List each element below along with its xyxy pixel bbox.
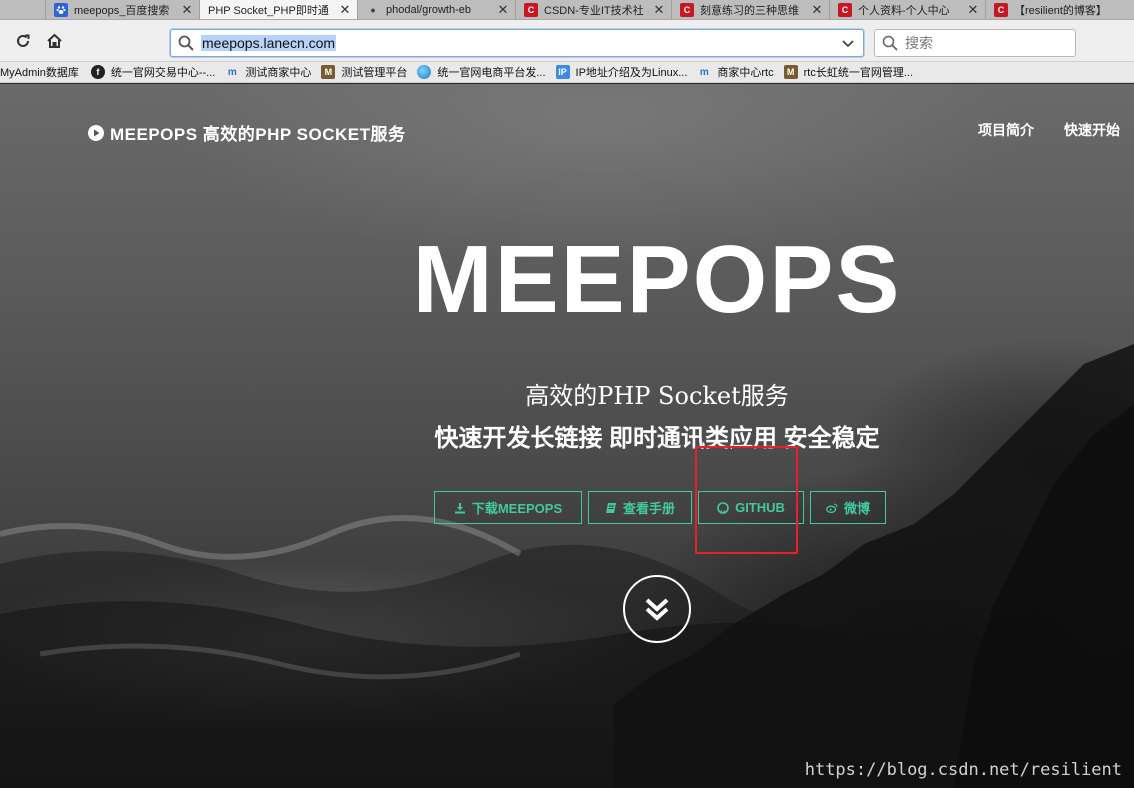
- nav-item-quickstart[interactable]: 快速开始: [1064, 120, 1120, 140]
- tab-label: 个人资料-个人中心: [858, 5, 950, 17]
- globe-icon: [417, 65, 432, 79]
- tab-csdn-profile[interactable]: C 个人资料-个人中心 ✕: [830, 0, 986, 19]
- bookmark-label: rtc长虹统一官网管理...: [803, 67, 913, 79]
- tab-label: phodal/growth-eb: [386, 4, 472, 16]
- bookmarks-bar: MyAdmin数据库 f 统一官网交易中心--... m 测试商家中心 M 测试…: [0, 62, 1134, 83]
- tab-label: 刻意练习的三种思维: [700, 5, 799, 17]
- bookmark-label: 统一官网交易中心--...: [110, 67, 216, 79]
- tab-csdn-blog[interactable]: C 【resilient的博客】: [986, 0, 1134, 19]
- book-icon: [605, 502, 617, 514]
- search-box[interactable]: [874, 29, 1076, 57]
- bookmark-ecommerce[interactable]: 统一官网电商平台发...: [417, 64, 546, 80]
- csdn-icon: C: [838, 3, 852, 17]
- reload-icon: [17, 34, 30, 47]
- brand-title: MEEPOPS 高效的PHP SOCKET服务: [110, 125, 406, 144]
- download-icon: [454, 502, 466, 514]
- bookmark-label: 商家中心rtc: [717, 67, 774, 79]
- bookmark-label: MyAdmin数据库: [0, 67, 79, 79]
- ip-icon: IP: [555, 65, 570, 79]
- tab-bar: meepops_百度搜索 ✕ PHP Socket_PHP即时通 ✕ • pho…: [0, 0, 1134, 20]
- scroll-down-button[interactable]: [623, 575, 691, 643]
- csdn-icon: C: [524, 3, 538, 17]
- tab-phodal-growth[interactable]: • phodal/growth-eb ✕: [358, 0, 516, 19]
- close-icon[interactable]: ✕: [181, 2, 193, 18]
- bookmark-rtc-admin[interactable]: M rtc长虹统一官网管理...: [783, 64, 913, 80]
- tab-label: CSDN-专业IT技术社: [544, 5, 644, 17]
- home-button[interactable]: [43, 30, 65, 52]
- search-input[interactable]: [905, 35, 1065, 51]
- hero-title: MEEPOPS: [412, 226, 902, 333]
- bookmark-label: 统一官网电商平台发...: [437, 67, 546, 79]
- csdn-icon: C: [680, 3, 694, 17]
- bookmark-label: 测试商家中心: [245, 67, 312, 79]
- address-bar[interactable]: meepops.lanecn.com: [170, 29, 864, 57]
- tab-csdn-article[interactable]: C 刻意练习的三种思维 ✕: [672, 0, 830, 19]
- manual-button[interactable]: 查看手册: [588, 491, 692, 524]
- bookmark-test-merchant[interactable]: m 测试商家中心: [225, 64, 311, 80]
- download-button[interactable]: 下载MEEPOPS: [434, 491, 582, 524]
- navigation-bar: meepops.lanecn.com: [0, 20, 1134, 62]
- button-label: 下载MEEPOPS: [471, 501, 563, 516]
- hero-button-row: 下载MEEPOPS 查看手册 GITHUB 微博: [434, 491, 886, 524]
- m-logo-icon: m: [699, 66, 709, 78]
- top-nav: 项目简介 快速开始: [978, 120, 1120, 140]
- close-icon[interactable]: ✕: [339, 2, 351, 18]
- home-icon: [46, 33, 62, 48]
- tab-meepops-baidu[interactable]: meepops_百度搜索 ✕: [46, 0, 200, 19]
- csdn-icon: C: [994, 3, 1008, 17]
- bookmark-label: 测试管理平台: [341, 67, 408, 79]
- double-chevron-down-icon: [645, 598, 669, 621]
- button-label: 查看手册: [622, 501, 675, 516]
- site-brand[interactable]: MEEPOPS 高效的PHP SOCKET服务: [88, 120, 406, 145]
- hero-subtitle: 高效的PHP Socket服务: [525, 382, 789, 410]
- avatar-icon: M: [321, 65, 336, 79]
- tab-label: meepops_百度搜索: [74, 5, 170, 17]
- chevron-down-icon[interactable]: [841, 36, 855, 55]
- baidu-paw-icon: [54, 3, 68, 17]
- bookmark-label: IP地址介绍及为Linux...: [575, 67, 688, 79]
- bookmark-ip-linux[interactable]: IP IP地址介绍及为Linux...: [555, 64, 688, 80]
- watermark-text: https://blog.csdn.net/resilient: [804, 760, 1122, 780]
- tab-csdn-home[interactable]: C CSDN-专业IT技术社 ✕: [516, 0, 672, 19]
- tab-overflow-left[interactable]: [0, 0, 46, 19]
- hero-section: MEEPOPS 高效的PHP SOCKET服务 项目简介 快速开始 MEEPOP…: [0, 84, 1134, 788]
- bookmark-myadmin[interactable]: MyAdmin数据库: [0, 64, 79, 80]
- tab-php-socket[interactable]: PHP Socket_PHP即时通 ✕: [200, 0, 358, 19]
- weibo-icon: [826, 502, 838, 514]
- m-logo-icon: m: [227, 66, 237, 78]
- close-icon[interactable]: ✕: [653, 2, 665, 18]
- close-icon[interactable]: ✕: [811, 2, 823, 18]
- hero-tagline: 快速开发长链接 即时通讯类应用 安全稳定: [434, 425, 880, 452]
- bookmark-merchant-rtc[interactable]: m 商家中心rtc: [697, 64, 774, 80]
- nav-item-intro[interactable]: 项目简介: [978, 120, 1034, 140]
- search-icon: [171, 35, 201, 51]
- search-icon: [875, 35, 905, 51]
- dark-circle-icon: f: [90, 65, 105, 79]
- close-icon[interactable]: ✕: [497, 2, 509, 18]
- tab-label: PHP Socket_PHP即时通: [208, 5, 329, 17]
- weibo-button[interactable]: 微博: [810, 491, 886, 524]
- button-label: 微博: [843, 501, 870, 516]
- red-highlight-box: [695, 446, 798, 554]
- avatar-icon: M: [783, 65, 798, 79]
- bookmark-trade-center[interactable]: f 统一官网交易中心--...: [90, 64, 216, 80]
- bookmark-test-admin[interactable]: M 测试管理平台: [321, 64, 407, 80]
- close-icon[interactable]: ✕: [967, 2, 979, 18]
- reload-button[interactable]: [12, 30, 34, 52]
- url-text[interactable]: meepops.lanecn.com: [201, 35, 337, 51]
- play-circle-icon: [88, 124, 104, 141]
- dot-icon: •: [370, 2, 376, 18]
- tab-label: 【resilient的博客】: [1014, 5, 1107, 17]
